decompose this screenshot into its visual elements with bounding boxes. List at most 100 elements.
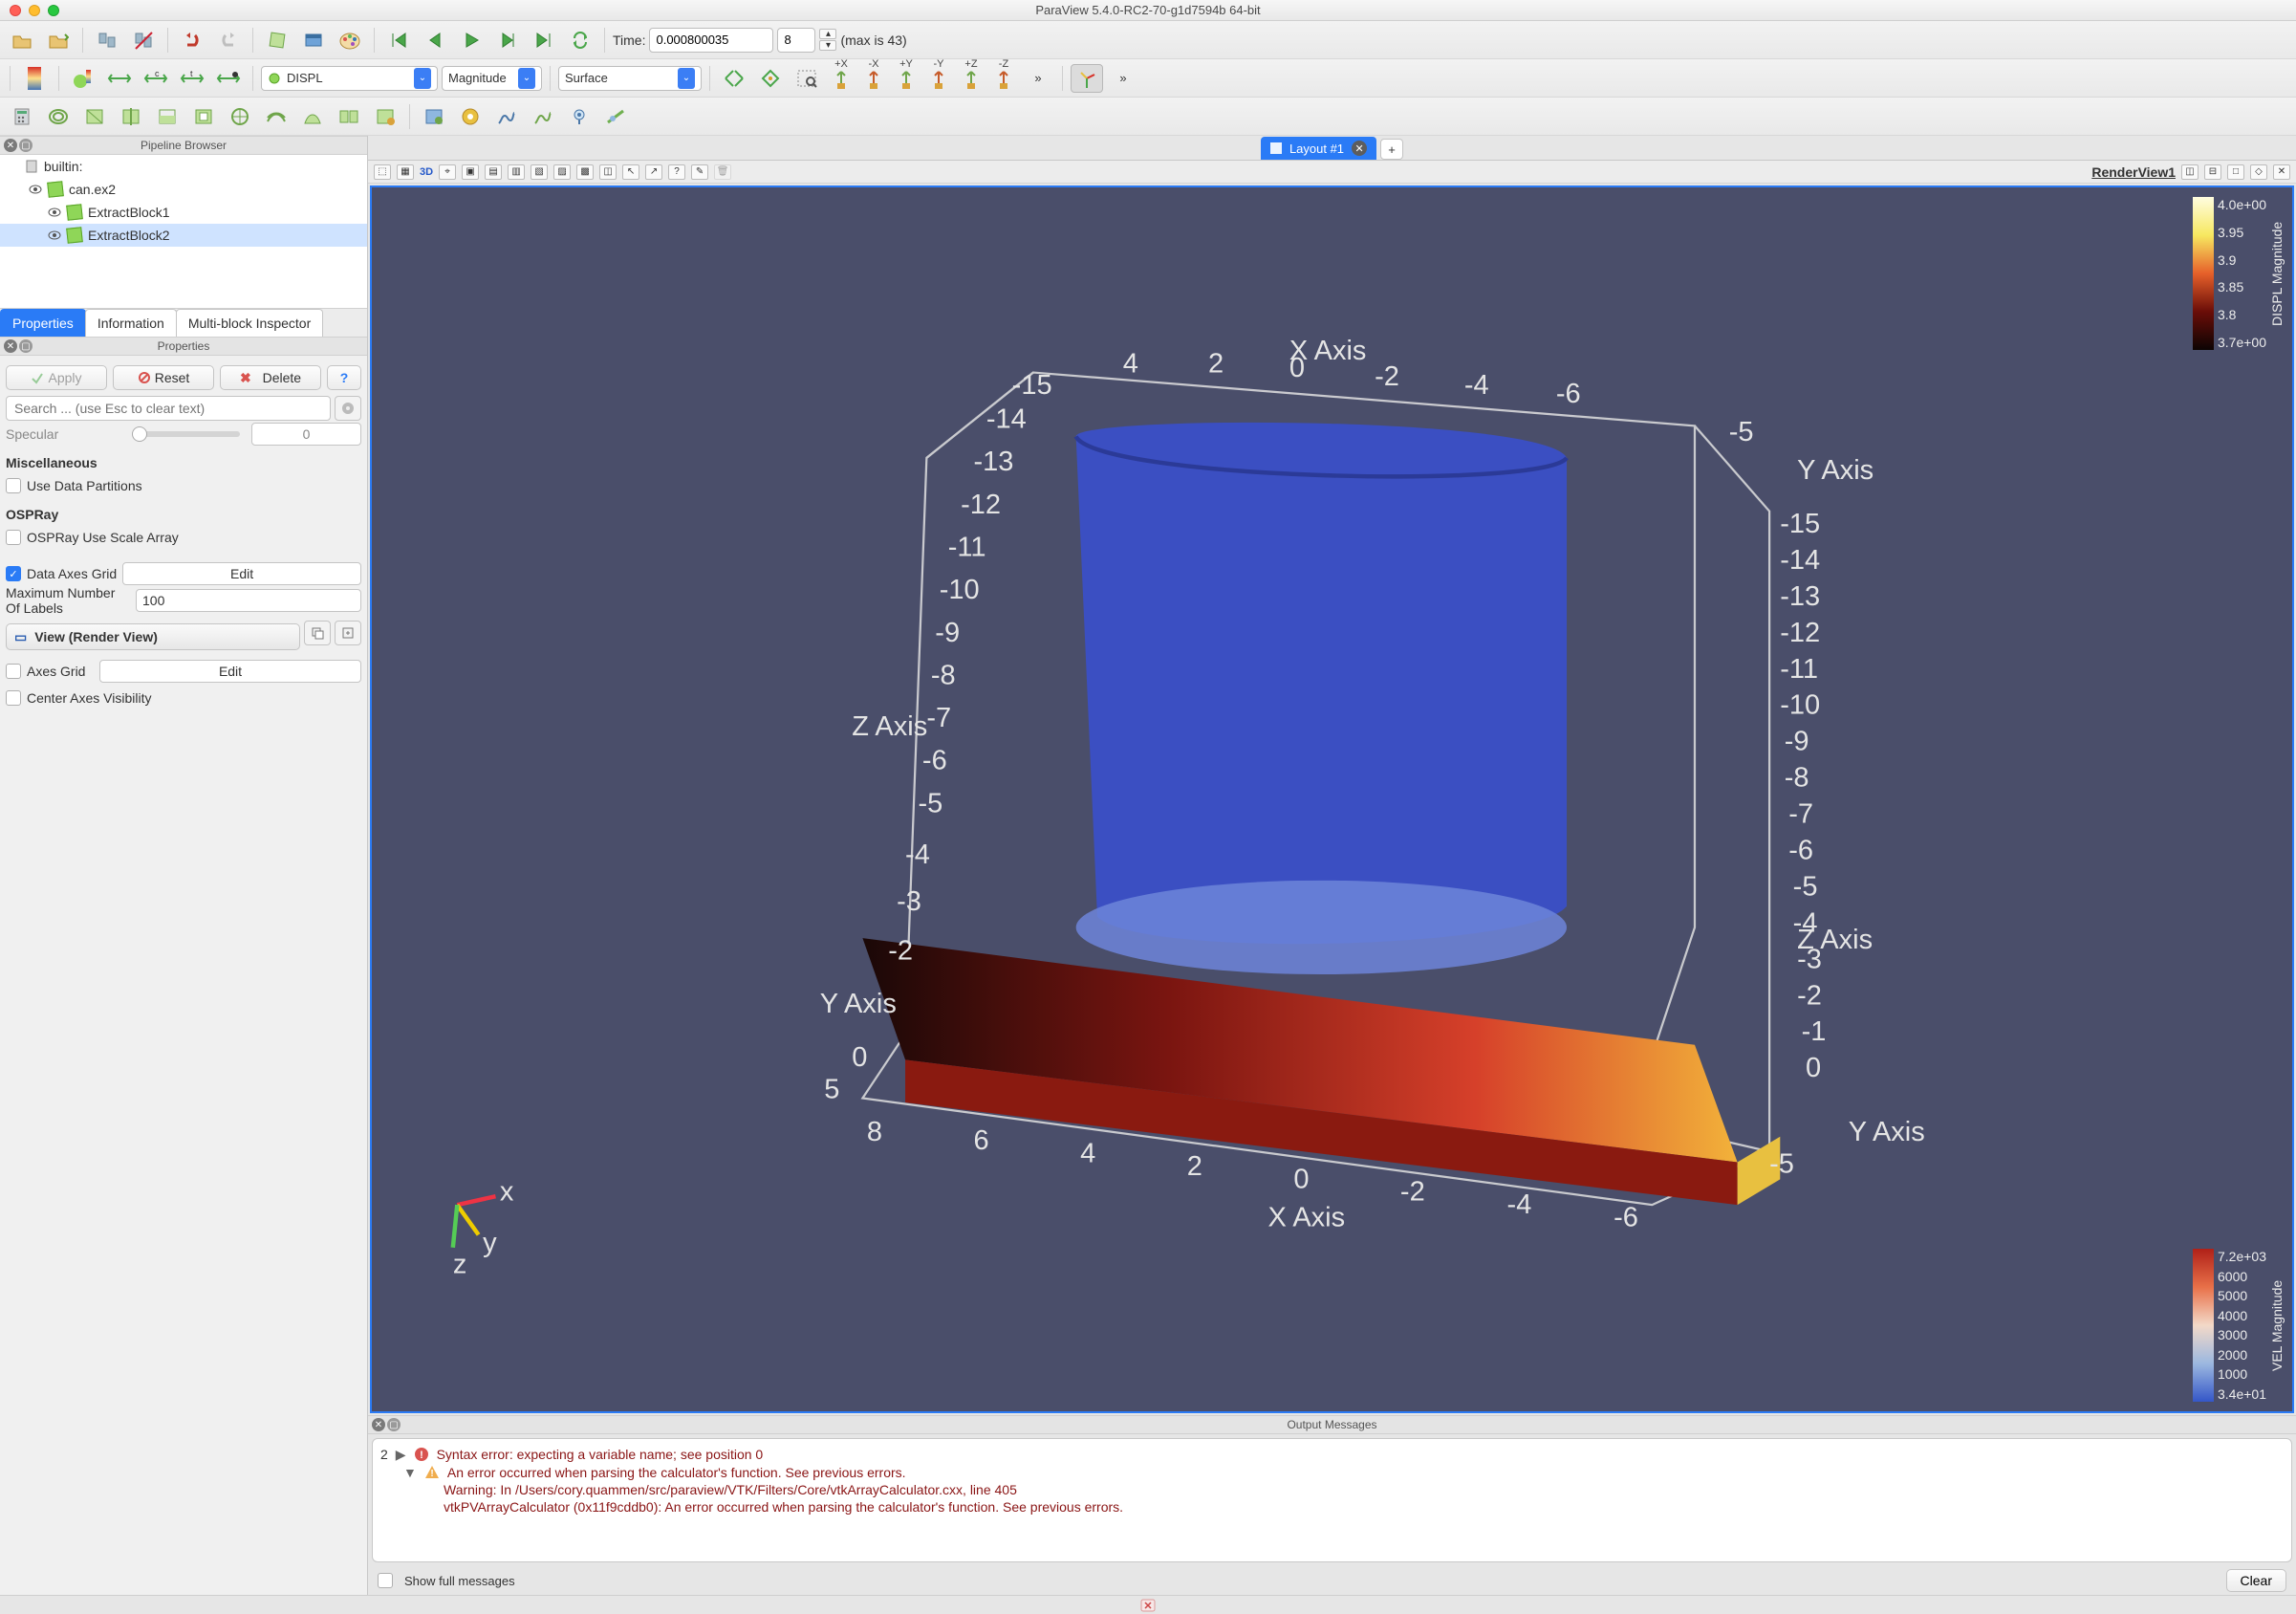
save-state-icon[interactable] xyxy=(42,26,75,55)
advanced-toggle-icon[interactable] xyxy=(335,396,361,421)
tab-multiblock[interactable]: Multi-block Inspector xyxy=(176,309,323,337)
rescale-temporal-icon[interactable]: t xyxy=(176,64,208,93)
specular-value[interactable]: 0 xyxy=(251,423,361,446)
show-full-checkbox[interactable] xyxy=(378,1573,393,1588)
rv-camera-icon[interactable]: ⌖ xyxy=(439,164,456,180)
ospray-scale-checkbox[interactable] xyxy=(6,530,21,545)
color-map-icon[interactable] xyxy=(18,64,51,93)
rv-btn1[interactable]: ⬚ xyxy=(374,164,391,180)
view-minus-y-button[interactable]: -Y xyxy=(924,64,953,93)
plot-data-icon[interactable] xyxy=(490,102,523,131)
view-mode-3d[interactable]: 3D xyxy=(420,166,433,178)
help-button[interactable]: ? xyxy=(327,365,361,390)
rv-pick2[interactable]: ↗ xyxy=(645,164,662,180)
overflow2-icon[interactable]: » xyxy=(1107,64,1139,93)
zoom-to-box-icon[interactable] xyxy=(791,64,823,93)
center-axes-checkbox[interactable] xyxy=(6,690,21,706)
clear-button[interactable]: Clear xyxy=(2226,1569,2286,1592)
view-plus-z-button[interactable]: +Z xyxy=(957,64,986,93)
orientation-axes-icon[interactable] xyxy=(1071,64,1103,93)
step-up-icon[interactable]: ▴ xyxy=(819,29,836,39)
axes-grid-checkbox[interactable] xyxy=(6,664,21,679)
detach-panel2-icon[interactable]: ▢ xyxy=(19,339,32,353)
visibility-icon[interactable] xyxy=(48,229,61,242)
tab-properties[interactable]: Properties xyxy=(0,309,86,337)
detach-panel-icon[interactable]: ▢ xyxy=(19,139,32,152)
contour-filter-icon[interactable] xyxy=(42,102,75,131)
restore-view-icon[interactable] xyxy=(335,621,361,645)
spreadsheet-icon[interactable] xyxy=(418,102,450,131)
reset-camera-icon[interactable] xyxy=(718,64,750,93)
apply-button[interactable]: Apply xyxy=(6,365,107,390)
pipeline-root[interactable]: builtin: xyxy=(0,155,367,178)
rv-sel6[interactable]: ▩ xyxy=(576,164,594,180)
restore-icon[interactable]: ◇ xyxy=(2250,164,2267,180)
view-section-header[interactable]: ▭ View (Render View) xyxy=(6,623,300,650)
scalar-bar-icon[interactable] xyxy=(67,64,99,93)
probe-icon[interactable] xyxy=(563,102,596,131)
rv-sel2[interactable]: ▤ xyxy=(485,164,502,180)
pipeline-item[interactable]: can.ex2 xyxy=(0,178,367,201)
axes-grid-edit-button[interactable]: Edit xyxy=(99,660,361,683)
pipeline-tree[interactable]: builtin: can.ex2 ExtractBlock1 ExtractBl… xyxy=(0,155,367,308)
slice-filter-icon[interactable] xyxy=(115,102,147,131)
stream-tracer-icon[interactable] xyxy=(260,102,292,131)
time-step-input[interactable] xyxy=(777,28,815,53)
data-axes-grid-checkbox[interactable]: ✓ xyxy=(6,566,21,581)
view-plus-y-button[interactable]: +Y xyxy=(892,64,921,93)
visibility-icon[interactable] xyxy=(48,206,61,219)
color-palette-icon[interactable] xyxy=(334,26,366,55)
pipeline-item[interactable]: ExtractBlock1 xyxy=(0,201,367,224)
first-frame-icon[interactable] xyxy=(382,26,415,55)
pipeline-item-selected[interactable]: ExtractBlock2 xyxy=(0,224,367,247)
open-file-icon[interactable] xyxy=(6,26,38,55)
rv-pick3[interactable]: ? xyxy=(668,164,685,180)
close-layout-icon[interactable]: ✕ xyxy=(1352,141,1367,156)
time-value-input[interactable] xyxy=(649,28,773,53)
render-view[interactable]: x y z X Axis Y Axis Z Axis Z Axis Y Axis… xyxy=(370,185,2294,1413)
split-h-icon[interactable]: ◫ xyxy=(2181,164,2199,180)
copy-view-icon[interactable] xyxy=(304,621,331,645)
redo-icon[interactable] xyxy=(212,26,245,55)
tab-information[interactable]: Information xyxy=(85,309,177,337)
visibility-icon[interactable] xyxy=(29,183,42,196)
rv-sel5[interactable]: ▨ xyxy=(553,164,571,180)
zoom-to-data-icon[interactable] xyxy=(754,64,787,93)
prev-frame-icon[interactable] xyxy=(419,26,451,55)
status-close-icon[interactable] xyxy=(1140,1599,1156,1612)
loop-icon[interactable] xyxy=(564,26,596,55)
close-output-icon[interactable]: ✕ xyxy=(372,1418,385,1431)
rv-sel7[interactable]: ◫ xyxy=(599,164,617,180)
extract-filter-icon[interactable] xyxy=(187,102,220,131)
overflow-icon[interactable]: » xyxy=(1022,64,1054,93)
close-panel2-icon[interactable]: ✕ xyxy=(4,339,17,353)
view-plus-x-button[interactable]: +X xyxy=(827,64,856,93)
representation-combo[interactable]: Surface ⌄ xyxy=(558,66,702,91)
next-frame-icon[interactable] xyxy=(491,26,524,55)
maximize-icon[interactable]: □ xyxy=(2227,164,2244,180)
animation-icon[interactable] xyxy=(599,102,632,131)
group-filter-icon[interactable] xyxy=(333,102,365,131)
reset-button[interactable]: Reset xyxy=(113,365,214,390)
play-icon[interactable] xyxy=(455,26,487,55)
calculator-filter-icon[interactable] xyxy=(6,102,38,131)
close-view-icon[interactable]: ✕ xyxy=(2273,164,2290,180)
add-layout-button[interactable]: + xyxy=(1380,139,1403,160)
screenshot-icon[interactable] xyxy=(297,26,330,55)
component-combo[interactable]: Magnitude ⌄ xyxy=(442,66,542,91)
rescale-custom-icon[interactable]: c xyxy=(140,64,172,93)
rv-sel1[interactable]: ▣ xyxy=(462,164,479,180)
rv-pick4[interactable]: ✎ xyxy=(691,164,708,180)
histogram-icon[interactable] xyxy=(454,102,487,131)
disconnect-icon[interactable] xyxy=(127,26,160,55)
close-panel-icon[interactable]: ✕ xyxy=(4,139,17,152)
rv-sel3[interactable]: ▥ xyxy=(508,164,525,180)
delete-button[interactable]: ✖ Delete xyxy=(220,365,321,390)
plot-over-line-icon[interactable] xyxy=(527,102,559,131)
layout-tab[interactable]: Layout #1 ✕ xyxy=(1261,137,1376,160)
split-v-icon[interactable]: ⊟ xyxy=(2204,164,2221,180)
properties-search-input[interactable] xyxy=(6,396,331,421)
view-minus-z-button[interactable]: -Z xyxy=(989,64,1018,93)
connect-icon[interactable] xyxy=(91,26,123,55)
data-axes-grid-edit-button[interactable]: Edit xyxy=(122,562,361,585)
